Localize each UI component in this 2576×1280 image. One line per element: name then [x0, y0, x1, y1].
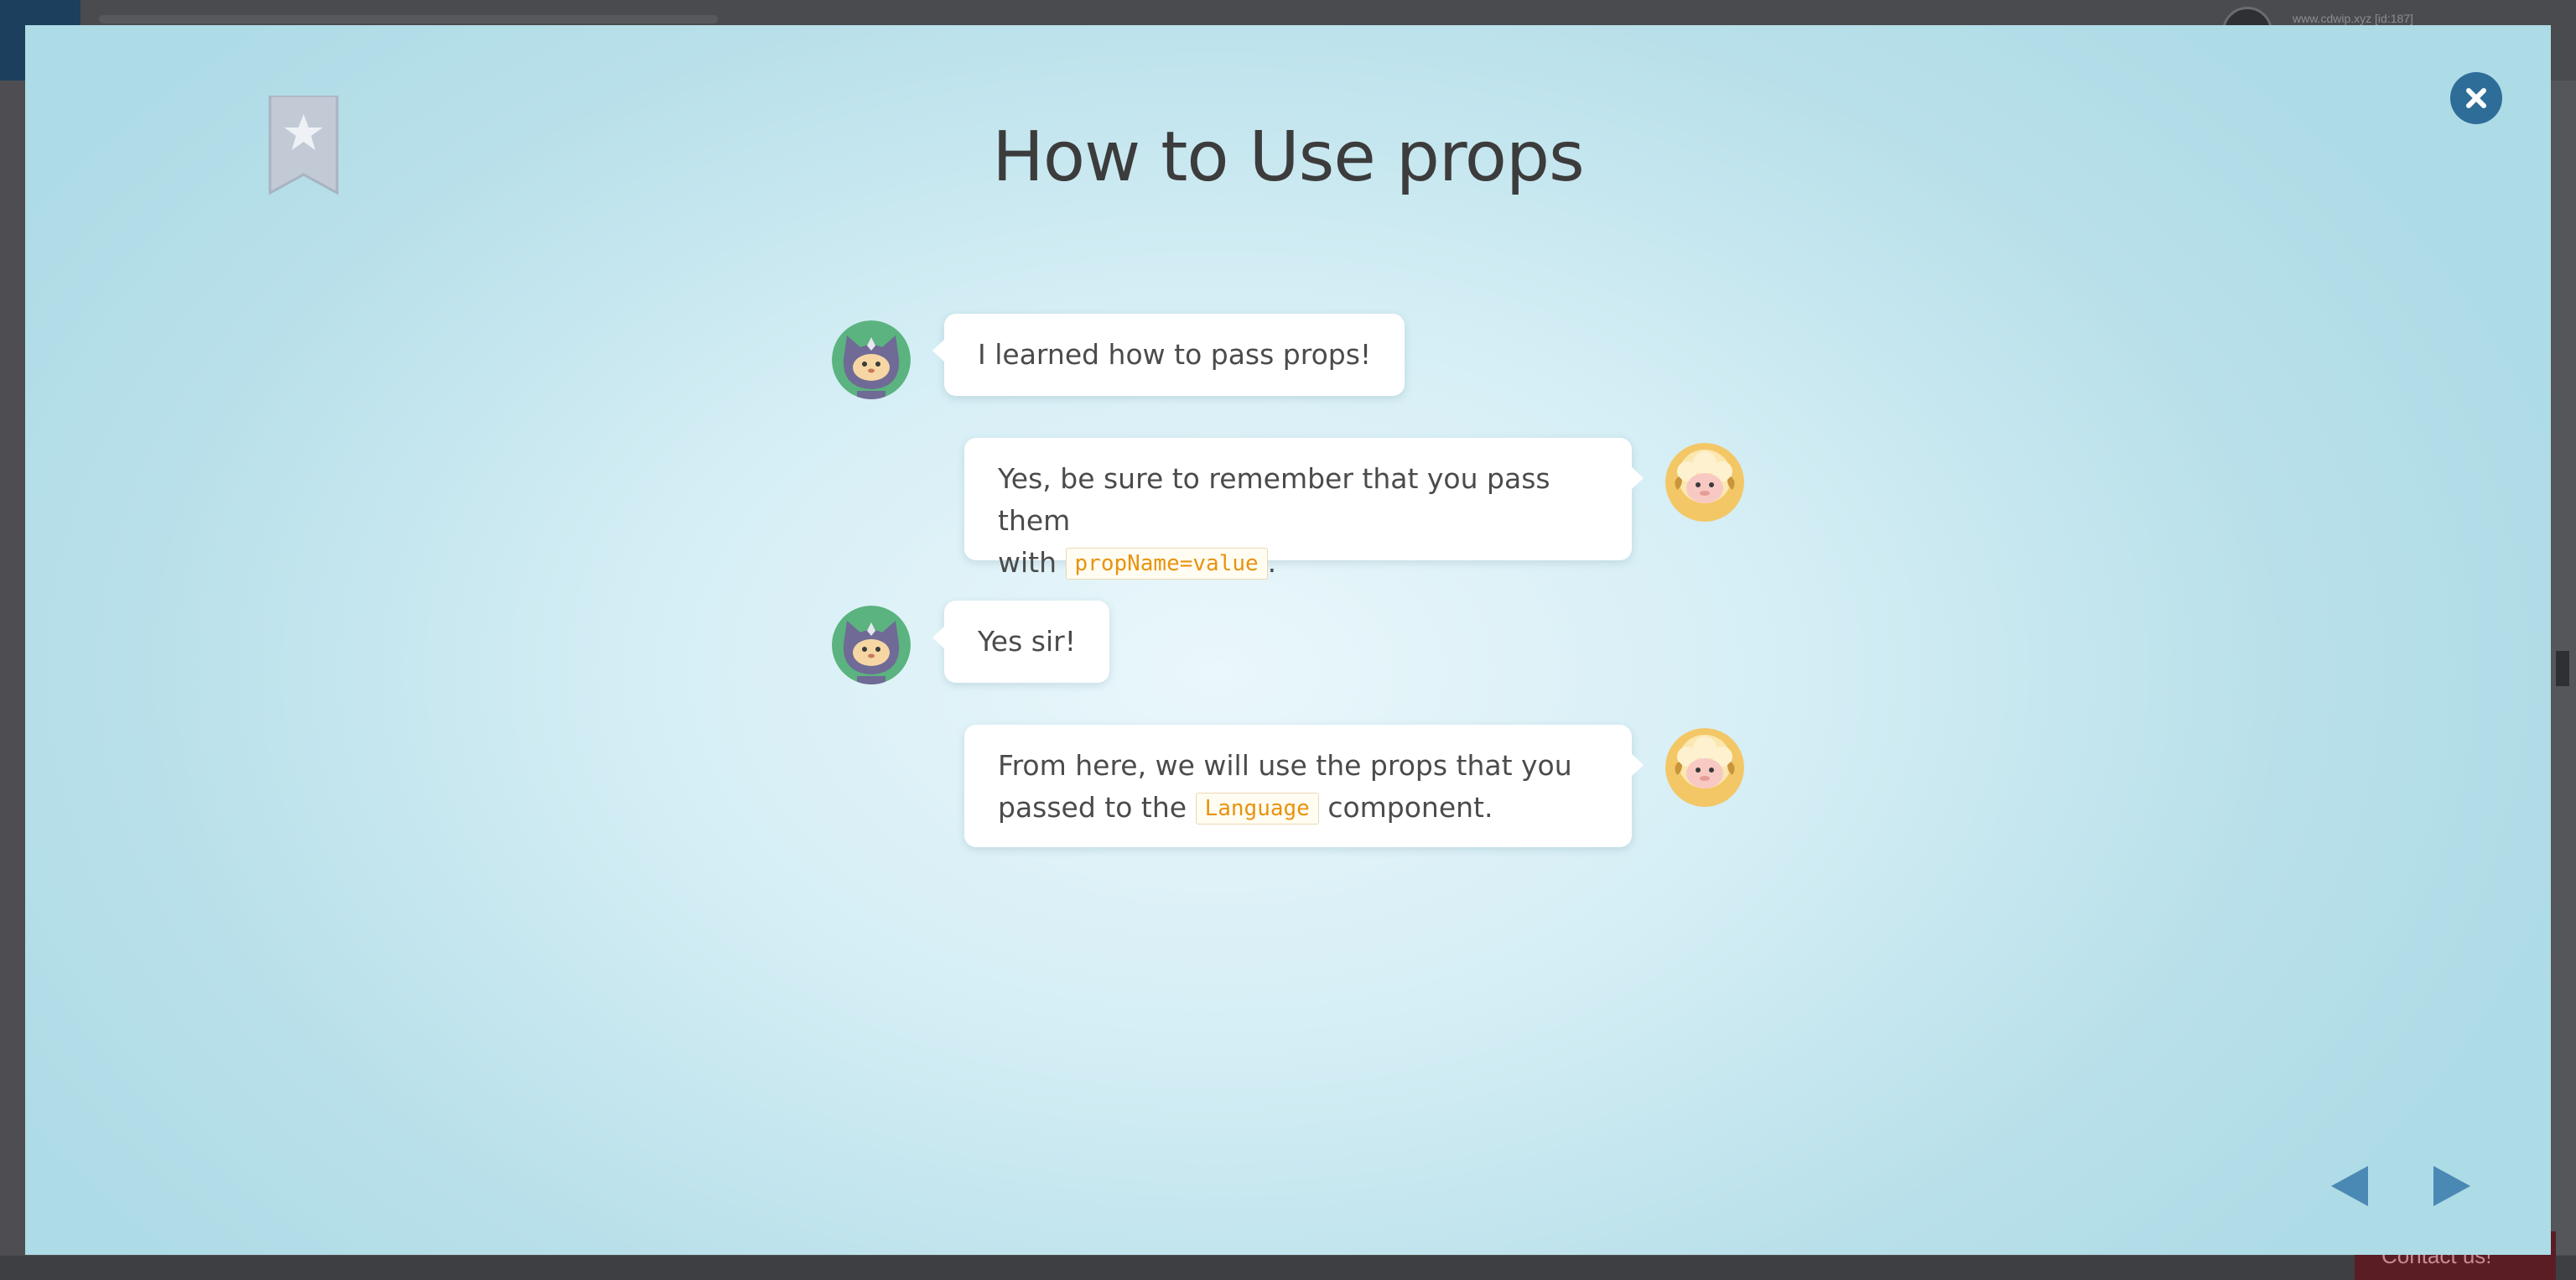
next-slide-button[interactable] [2428, 1163, 2475, 1210]
close-icon [2466, 88, 2486, 108]
chat-message-text: passed to the [998, 791, 1187, 824]
lesson-title: How to Use props [992, 117, 1585, 197]
background-search-bar [99, 15, 718, 23]
chat-message-text: I learned how to pass props! [978, 338, 1372, 371]
previous-slide-button[interactable] [2326, 1163, 2373, 1210]
code-snippet: propName=value [1065, 548, 1268, 580]
close-button[interactable] [2450, 72, 2502, 124]
background-bottom-bar [0, 1256, 2576, 1280]
ninja-cat-avatar [832, 320, 911, 399]
background-scrollbar-thumb [2556, 651, 2569, 686]
chat-bubble: Yes, be sure to remember that you pass t… [964, 438, 1644, 580]
code-snippet: Language [1195, 793, 1319, 825]
background-meta-text: www.cdwip.xyz [id:187] [2293, 12, 2413, 25]
chat-message-text: with [998, 546, 1057, 579]
chat-message-text: Yes, be sure to remember that you pass t… [998, 462, 1550, 537]
sheep-avatar [1665, 443, 1744, 522]
chat-bubble: From here, we will use the props that yo… [964, 725, 1644, 847]
chat-message-text: . [1267, 546, 1277, 579]
ninja-cat-avatar [832, 606, 911, 684]
chat-message-text: Yes sir! [978, 625, 1076, 658]
chat-message-text: From here, we will use the props that yo… [998, 749, 1572, 782]
sheep-avatar [1665, 728, 1744, 807]
triangle-left-icon [2331, 1166, 2368, 1206]
chat-bubble: I learned how to pass props! [932, 314, 1405, 396]
triangle-right-icon [2433, 1166, 2470, 1206]
chat-message-text: component. [1327, 791, 1493, 824]
lesson-modal: How to Use props I learned how to pass p… [25, 25, 2551, 1255]
chat-bubble: Yes sir! [932, 601, 1109, 683]
